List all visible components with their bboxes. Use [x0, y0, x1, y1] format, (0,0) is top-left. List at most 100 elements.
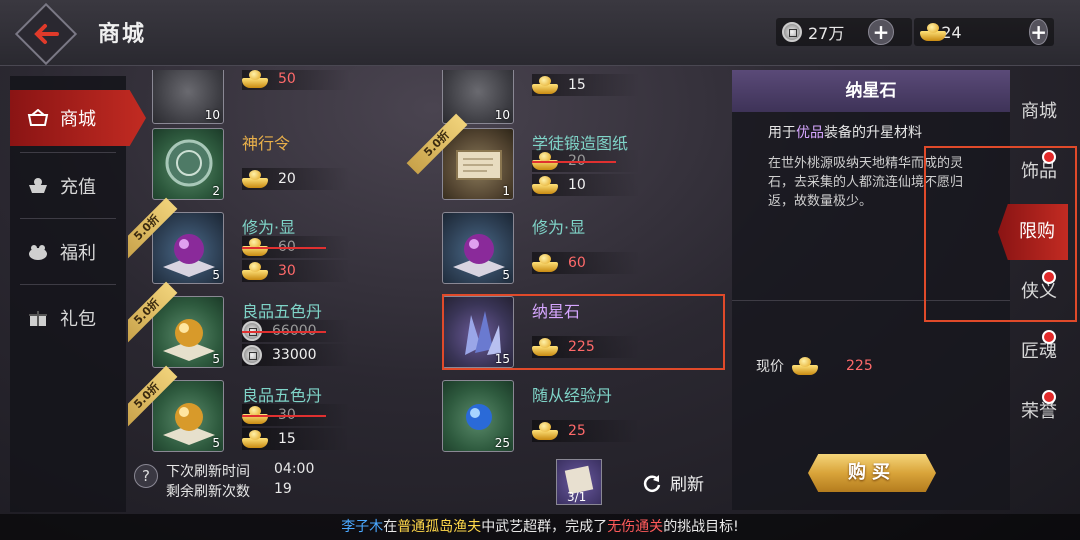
refresh-label: 刷新 — [670, 475, 704, 495]
broadcast-text: 中武艺超群，完成了 — [481, 519, 608, 535]
item-icon: 25 — [442, 380, 514, 452]
broadcast-player: 李子木 — [341, 519, 384, 535]
add-gold-button[interactable]: + — [1029, 19, 1048, 45]
item-price: 25 — [532, 420, 640, 442]
item-icon: 10 — [152, 70, 224, 124]
item-price: 60 — [532, 252, 640, 274]
next-refresh-label: 下次刷新时间 — [166, 464, 250, 480]
tab-label: 商城 — [1021, 101, 1057, 122]
broadcast-text: 的挑战目标! — [663, 519, 739, 535]
remaining-refresh-label: 剩余刷新次数 — [166, 484, 250, 500]
remaining-refresh-count: 剩余刷新次数 19 — [166, 481, 292, 501]
gold-ingot-icon — [920, 23, 947, 41]
current-price-label: 现价 — [756, 359, 784, 375]
sidebar-divider — [20, 218, 116, 219]
silver-amount: 27万 — [808, 24, 845, 43]
item-old-price: 30 — [242, 404, 350, 426]
item-name: 修为·显 — [532, 218, 586, 237]
shop-icon — [26, 108, 50, 128]
silver-coin-icon — [242, 321, 262, 341]
broadcast-place: 普通孤岛渔夫 — [397, 519, 482, 535]
item-price: 10 — [532, 174, 640, 196]
item-old-price: 66000 — [242, 320, 350, 342]
price-value: 15 — [278, 431, 296, 447]
sidebar-item-gift[interactable]: 礼包 — [10, 290, 126, 346]
gold-ingot-icon — [532, 76, 558, 94]
shop-item[interactable]: 5 修为·显 60 — [418, 212, 708, 300]
refresh-icon — [643, 474, 661, 492]
shop-item[interactable]: 5 5.0折 良品五色丹 30 15 — [128, 365, 418, 455]
old-price-value: 20 — [568, 153, 586, 169]
gold-amount: 24 — [941, 22, 962, 42]
item-qty: 5 — [502, 268, 510, 282]
tab-label: 荣誉 — [1021, 401, 1057, 422]
sidebar-item-label: 礼包 — [60, 309, 96, 330]
item-old-price: 20 — [532, 150, 640, 172]
price-value: 30 — [278, 263, 296, 279]
item-price: 30 — [242, 260, 350, 282]
gold-ingot-icon — [242, 262, 268, 280]
item-price: 15 — [242, 428, 350, 450]
price-value: 33000 — [272, 347, 317, 363]
detail-usage: 用于优品装备的升星材料 — [768, 122, 922, 142]
remaining-refresh-value: 19 — [274, 481, 292, 497]
item-icon: 5 — [442, 212, 514, 284]
sidebar-item-shop[interactable]: 商城 — [10, 90, 146, 146]
gold-ingot-icon — [242, 70, 268, 88]
help-button[interactable]: ? — [134, 464, 158, 488]
add-silver-button[interactable]: + — [868, 19, 894, 45]
current-price-value: 225 — [846, 358, 873, 374]
item-name: 神行令 — [242, 134, 291, 153]
gold-ingot-icon — [242, 430, 268, 448]
shop-item[interactable]: 25 随从经验丹 25 — [418, 380, 708, 455]
system-broadcast: 李子木在普通孤岛渔夫中武艺超群，完成了无伤通关的挑战目标! — [0, 514, 1080, 540]
shop-item[interactable]: 1 5.0折 学徒锻造图纸 20 10 — [406, 113, 708, 216]
old-price-value: 30 — [278, 407, 296, 423]
sidebar-item-recharge[interactable]: 充值 — [10, 158, 126, 214]
next-refresh-value: 04:00 — [274, 461, 315, 477]
detail-item-name: 纳星石 — [732, 70, 1010, 112]
silver-currency: 27万 + — [776, 18, 912, 46]
notification-dot — [1042, 330, 1056, 344]
gold-ingot-icon — [532, 152, 558, 170]
gold-ingot-icon — [242, 170, 268, 188]
item-icon: 2 — [152, 128, 224, 200]
sidebar-item-label: 充值 — [60, 177, 96, 198]
silver-coin-icon — [242, 345, 262, 365]
price-value: 25 — [568, 423, 586, 439]
sidebar-item-welfare[interactable]: 福利 — [10, 224, 126, 280]
sidebar-divider — [20, 152, 116, 153]
item-name: 良品五色丹 — [242, 302, 323, 321]
page-title: 商城 — [98, 22, 147, 47]
buy-button[interactable]: 购买 — [808, 454, 936, 492]
tab-craft-soul[interactable]: 匠魂 — [1012, 324, 1066, 380]
item-price: 33000 — [242, 344, 350, 366]
item-qty: 10 — [494, 108, 510, 122]
tab-shop[interactable]: 商城 — [1012, 84, 1066, 140]
refresh-button[interactable]: 刷新 — [642, 470, 704, 495]
tabs-highlight — [924, 146, 1077, 322]
sidebar: 商城 充值 福利 礼包 — [10, 76, 146, 512]
refresh-ticket: 3/1 — [556, 459, 602, 505]
tab-label: 匠魂 — [1021, 341, 1057, 362]
back-button[interactable] — [14, 2, 78, 66]
gold-ingot-icon — [242, 238, 268, 256]
recharge-icon — [26, 176, 50, 196]
item-price: 15 — [532, 74, 640, 96]
gold-ingot-icon — [532, 254, 558, 272]
next-refresh-time: 下次刷新时间 04:00 — [166, 461, 314, 481]
notification-dot — [1042, 390, 1056, 404]
gold-currency: 24 + — [914, 18, 1054, 46]
item-qty: 1 — [502, 184, 510, 198]
gold-ingot-icon — [532, 422, 558, 440]
item-name: 良品五色丹 — [242, 386, 323, 405]
ticket-count: 3/1 — [567, 490, 587, 504]
top-bar: 商城 27万 + 24 + — [0, 0, 1080, 66]
tab-honor[interactable]: 荣誉 — [1012, 384, 1066, 440]
current-price: 现价 225 — [756, 356, 996, 376]
sidebar-item-label: 福利 — [60, 243, 96, 264]
selected-item-highlight — [442, 294, 725, 370]
item-name: 随从经验丹 — [532, 386, 613, 405]
item-price: 50 — [242, 70, 350, 90]
price-value: 10 — [568, 177, 586, 193]
